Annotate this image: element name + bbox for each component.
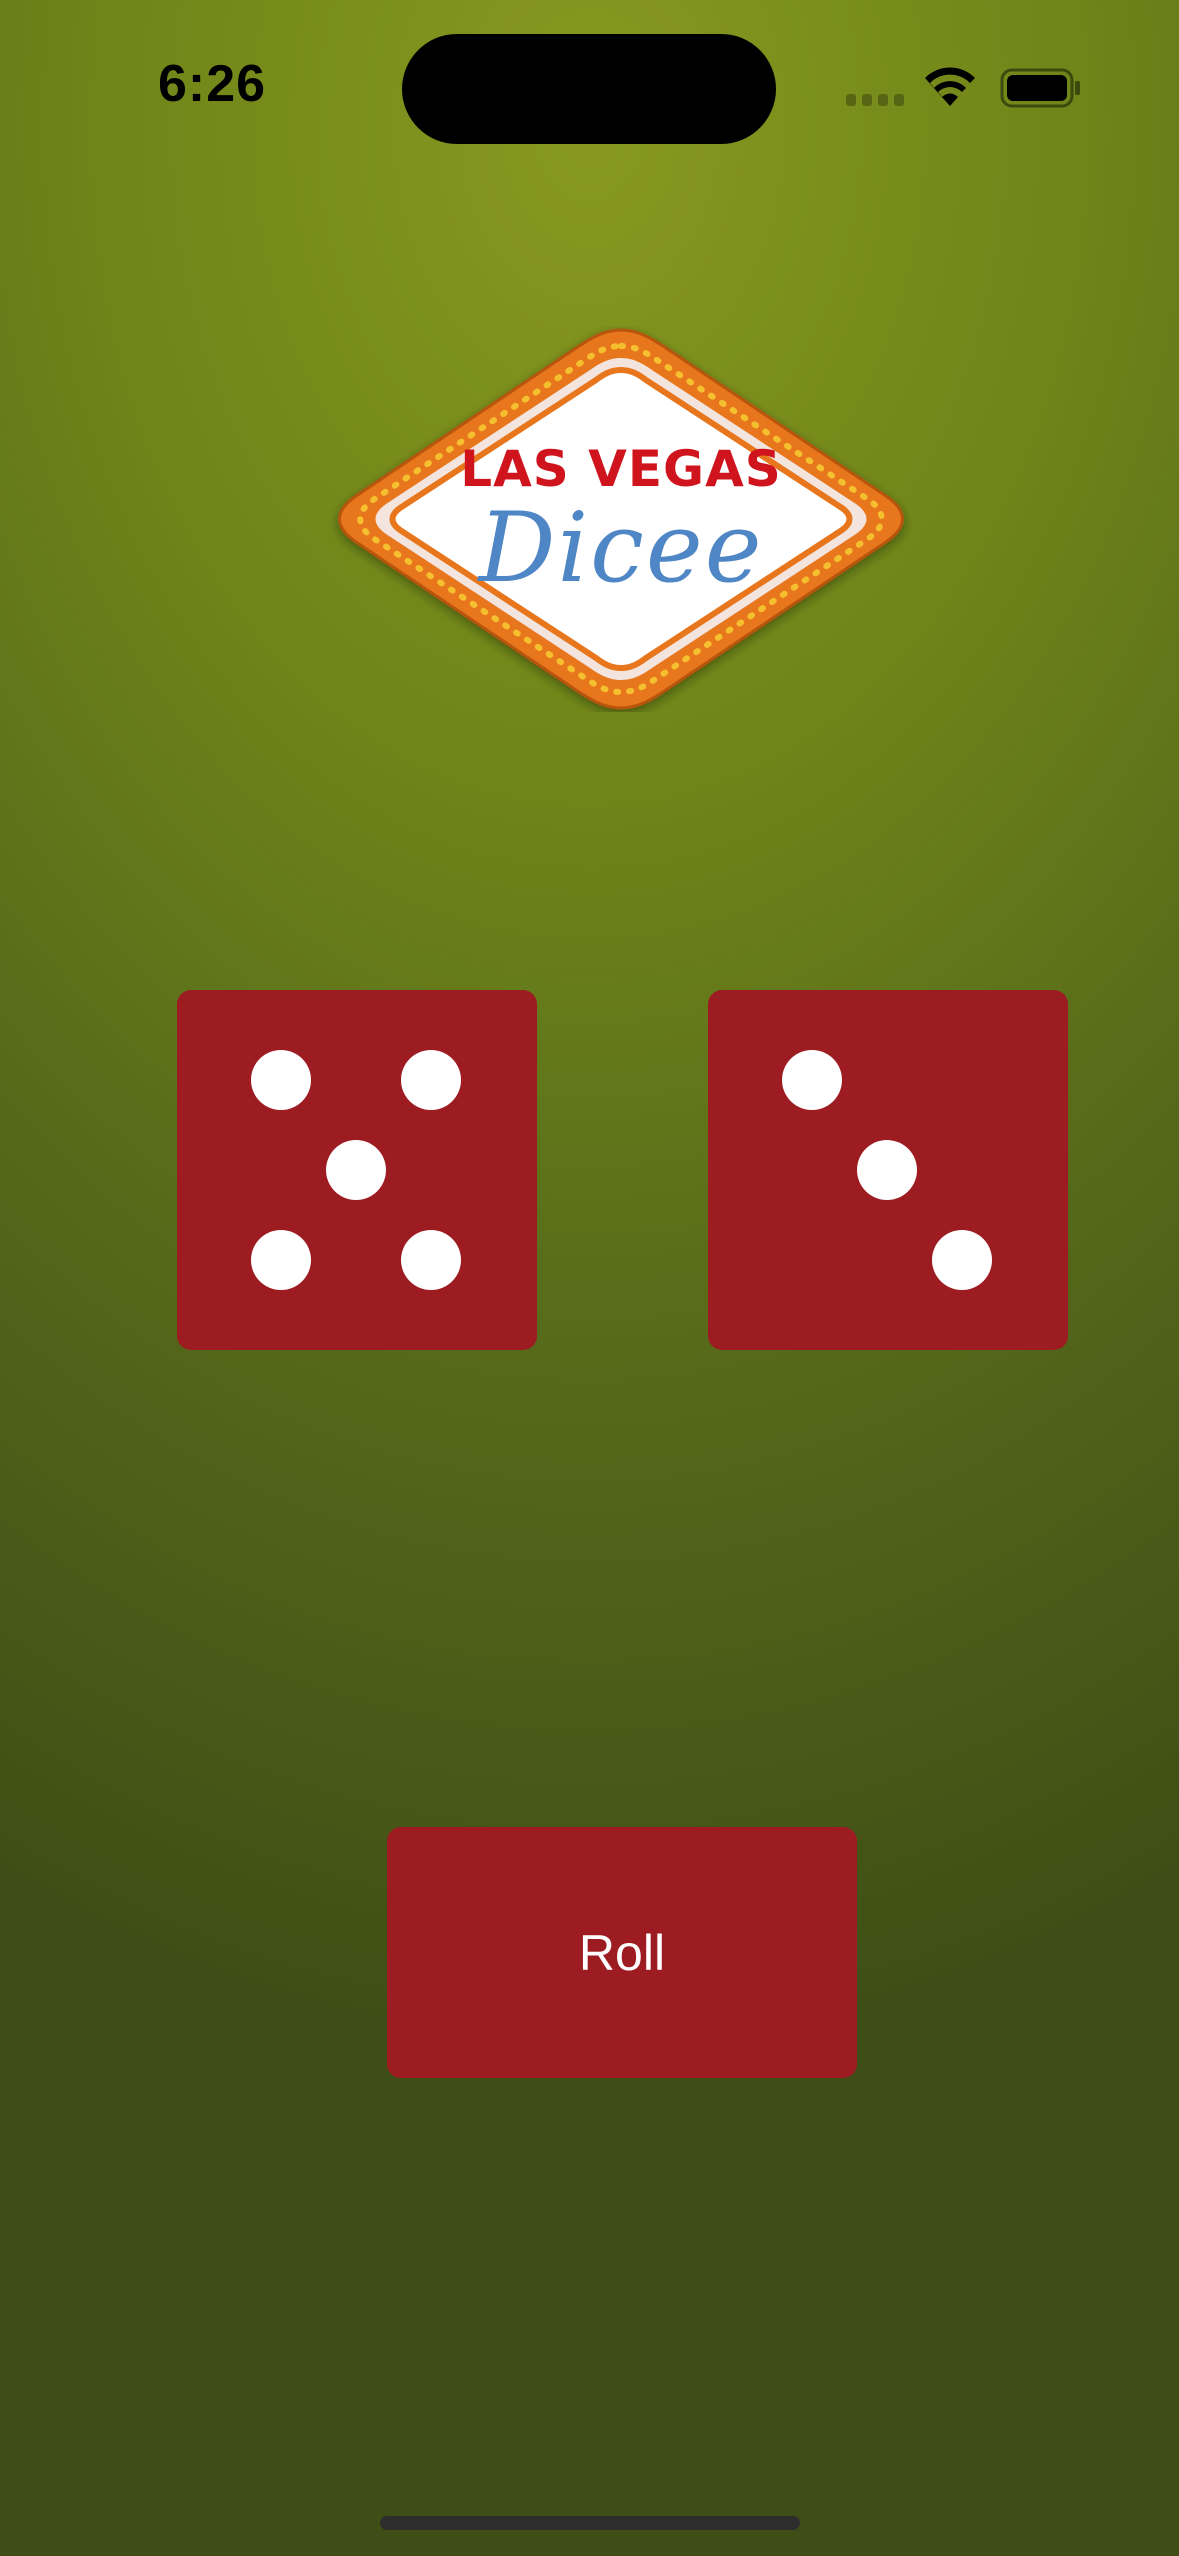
home-indicator[interactable]: [380, 2516, 800, 2530]
die-pip: [401, 1230, 461, 1290]
die-pip: [857, 1140, 917, 1200]
roll-button[interactable]: Roll: [387, 1827, 857, 2078]
die-pip: [251, 1230, 311, 1290]
die-pip: [932, 1230, 992, 1290]
right-die: [708, 990, 1068, 1350]
wifi-icon: [925, 67, 975, 106]
status-bar: 6:26: [0, 0, 1179, 170]
signal-dots-icon: [846, 94, 906, 106]
dynamic-island: [402, 34, 776, 144]
logo-title-dicee: Dicee: [478, 492, 764, 604]
die-pip: [782, 1050, 842, 1110]
die-pip: [326, 1140, 386, 1200]
roll-button-label: Roll: [578, 1924, 666, 1981]
logo-title-las-vegas: LAS VEGAS: [460, 440, 782, 498]
left-die: [177, 990, 537, 1350]
status-time: 6:26: [158, 55, 267, 113]
battery-icon: [1000, 68, 1080, 108]
die-pip: [401, 1050, 461, 1110]
die-pip: [251, 1050, 311, 1110]
